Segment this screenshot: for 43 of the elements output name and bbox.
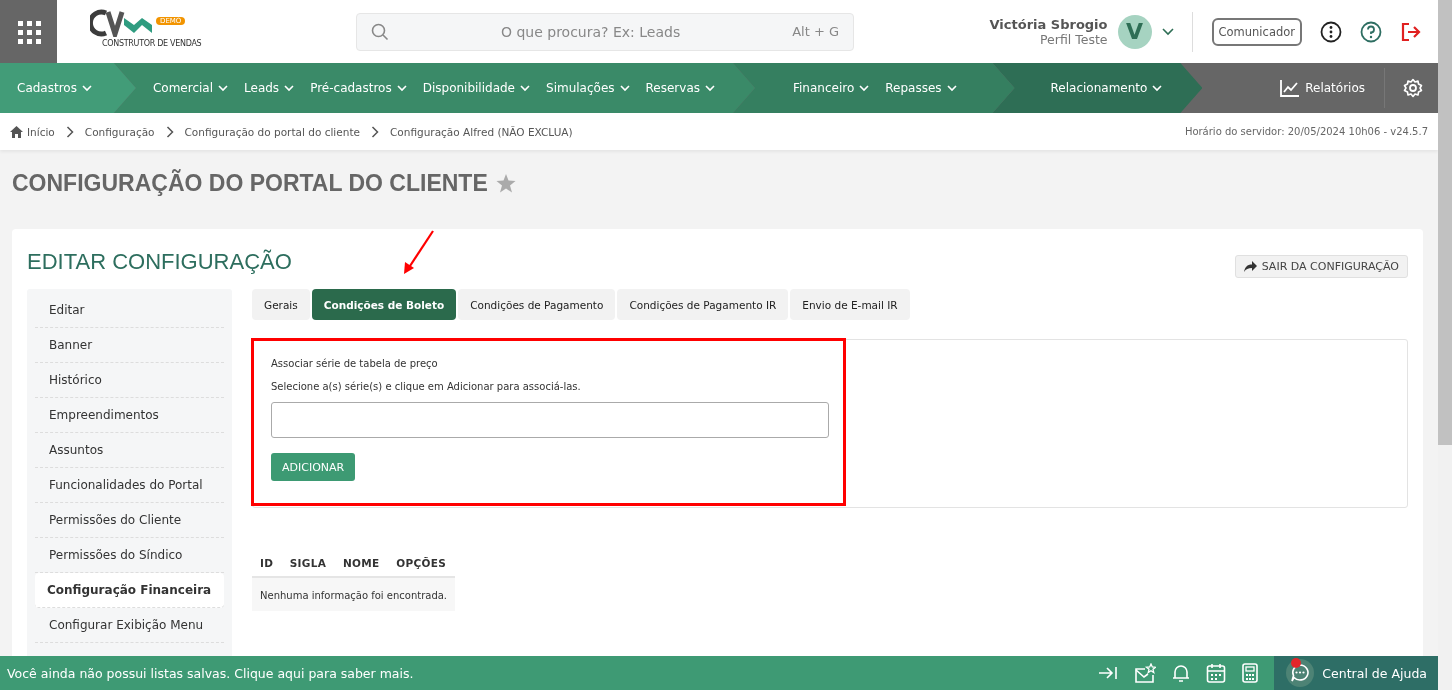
help-center-button[interactable]: Central de Ajuda [1274,656,1438,690]
form-title: Associar série de tabela de preço [271,358,439,369]
sidebar-item[interactable]: Empreendimentos [35,398,224,433]
user-profile: Perfil Teste [1039,31,1108,47]
nav-menu-item[interactable]: Relacionamento [1050,81,1163,95]
breadcrumb-link[interactable]: Configuração Alfred (NÃO EXCLUA) [389,125,573,138]
user-name: Victória Sbrogio [989,16,1108,32]
empty-message: Nenhuma informação foi encontrada. [252,577,456,611]
card-title: EDITAR CONFIGURAÇÃO [27,248,292,275]
page-title: CONFIGURAÇÃO DO PORTAL DO CLIENTE [12,169,488,197]
reports-link[interactable]: Relatórios [1280,79,1365,97]
exit-configuration-button[interactable]: SAIR DA CONFIGURAÇÃO [1234,254,1408,278]
sidebar-item[interactable]: Configurar Exibição Menu [35,608,224,643]
nav-menu-item[interactable]: Comercial [152,81,229,95]
communicator-button[interactable]: Comunicador [1211,17,1302,46]
nav-menu-item[interactable]: Disponibilidade [422,81,530,95]
breadcrumb-link[interactable]: Início [10,125,55,138]
sidebar-item[interactable]: Assuntos [35,433,224,468]
sidebar-item[interactable]: Banner [35,328,224,363]
nav-menu-item[interactable]: Simulações [546,81,630,95]
user-avatar[interactable]: V [1117,14,1152,49]
search-input[interactable]: O que procura? Ex: Leads [399,22,783,41]
shortcut-hint: Alt + G [792,24,839,39]
server-time: Horário do servidor: 20/05/2024 10h06 - v24.5.7 [1184,126,1428,137]
nav-menu-item[interactable]: Leads [244,81,295,95]
breadcrumb-link[interactable]: Configuração do portal do cliente [184,125,360,138]
tab[interactable]: Gerais [252,289,310,320]
tab[interactable]: Condições de Boleto [311,289,457,320]
tab[interactable]: Envio de E-mail IR [790,289,910,320]
breadcrumb-link[interactable]: Configuração [84,125,155,138]
nav-menu-item[interactable]: Reservas [645,81,715,95]
sidebar-item[interactable]: Permissões do Cliente [35,503,224,538]
sidebar-item[interactable]: Configuração Financeira [35,573,224,608]
sidebar-item[interactable]: Histórico [35,363,224,398]
nav-menu-item[interactable]: Pré-cadastros [310,81,407,95]
tab[interactable]: Condições de Pagamento [458,289,616,320]
sidebar-item[interactable]: Editar [35,293,224,328]
logo-tagline: CONSTRUTOR DE VENDAS [102,39,203,48]
nav-menu-item[interactable]: Financeiro [793,81,870,95]
tab[interactable]: Condições de Pagamento IR [617,289,789,320]
form-hint: Selecione a(s) série(s) e clique em Adicionar para associá-las. [271,381,582,392]
nav-menu-item[interactable]: Repasses [885,81,957,95]
sidebar-item[interactable]: Funcionalidades do Portal [35,468,224,503]
